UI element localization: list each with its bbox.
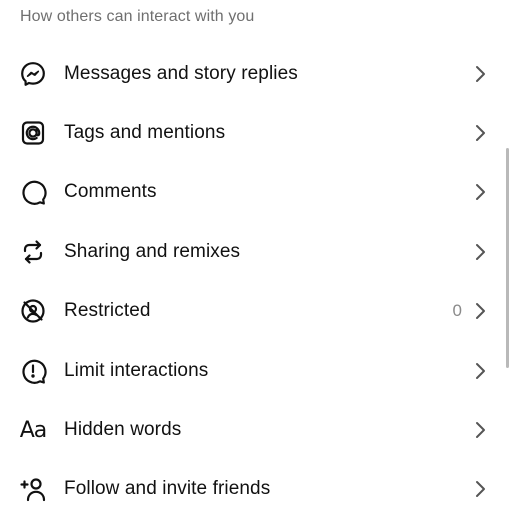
- add-person-icon: [19, 475, 47, 503]
- comment-bubble-icon: [19, 178, 47, 206]
- section-header: How others can interact with you: [20, 8, 255, 25]
- messenger-icon: [19, 60, 47, 88]
- comments-row[interactable]: Comments: [0, 163, 512, 222]
- row-label: Follow and invite friends: [64, 478, 271, 500]
- chevron-right-icon: [474, 64, 488, 84]
- share-remix-icon: [19, 238, 47, 266]
- chevron-right-icon: [474, 479, 488, 499]
- limit-alert-icon: [19, 357, 47, 385]
- row-label: Sharing and remixes: [64, 240, 241, 262]
- messages-and-story-replies-row[interactable]: Messages and story replies: [0, 44, 512, 103]
- scrollbar[interactable]: [506, 148, 509, 368]
- row-label: Comments: [64, 181, 157, 203]
- limit-interactions-row[interactable]: Limit interactions: [0, 341, 512, 400]
- chevron-right-icon: [474, 123, 488, 143]
- follow-and-invite-friends-row[interactable]: Follow and invite friends: [0, 460, 512, 519]
- chevron-right-icon: [474, 361, 488, 381]
- row-label: Hidden words: [64, 419, 182, 441]
- chevron-right-icon: [474, 301, 488, 321]
- restricted-row[interactable]: Restricted 0: [0, 282, 512, 341]
- interaction-settings-list: Messages and story replies Tags and ment…: [0, 44, 512, 519]
- row-label: Messages and story replies: [64, 62, 298, 84]
- aa-glyph: Aa: [19, 417, 48, 443]
- chevron-right-icon: [474, 420, 488, 440]
- text-aa-icon: Aa: [19, 416, 48, 444]
- restricted-icon: [19, 297, 47, 325]
- tags-and-mentions-row[interactable]: Tags and mentions: [0, 103, 512, 162]
- row-label: Limit interactions: [64, 359, 209, 381]
- row-label: Restricted: [64, 300, 151, 322]
- chevron-right-icon: [474, 242, 488, 262]
- restricted-count: 0: [452, 301, 462, 321]
- sharing-and-remixes-row[interactable]: Sharing and remixes: [0, 222, 512, 281]
- row-label: Tags and mentions: [64, 122, 226, 144]
- at-sign-icon: [19, 119, 47, 147]
- hidden-words-row[interactable]: Aa Hidden words: [0, 400, 512, 459]
- chevron-right-icon: [474, 182, 488, 202]
